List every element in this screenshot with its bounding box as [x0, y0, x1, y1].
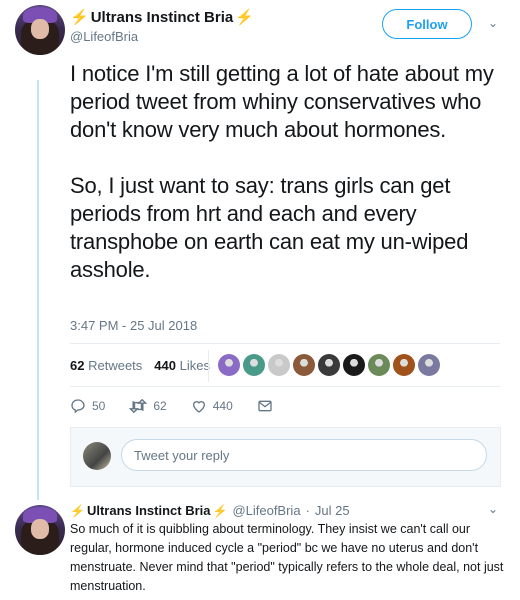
retweet-count: 62 [153, 399, 167, 413]
liker-avatar[interactable] [343, 354, 365, 376]
bolt-icon: ⚡ [70, 9, 89, 26]
avatar-face [31, 19, 49, 39]
avatar[interactable] [15, 5, 65, 55]
separator: · [305, 503, 310, 518]
retweets-stat[interactable]: 62 Retweets [70, 358, 142, 373]
liker-avatar[interactable] [368, 354, 390, 376]
author-name-row[interactable]: ⚡ Ultrans Instinct Bria ⚡ [70, 8, 254, 27]
bolt-icon: ⚡ [235, 9, 254, 26]
reply-action[interactable]: 50 [70, 398, 105, 414]
likes-count: 440 [154, 358, 176, 373]
tweet-timestamp[interactable]: 3:47 PM - 25 Jul 2018 [70, 318, 197, 333]
retweet-action[interactable]: 62 [129, 398, 167, 414]
bolt-icon: ⚡ [212, 503, 228, 518]
divider [208, 350, 209, 382]
like-count: 440 [212, 399, 233, 413]
liker-avatar[interactable] [318, 354, 340, 376]
reply-input[interactable]: Tweet your reply [121, 439, 487, 471]
likes-label: Likes [179, 358, 210, 373]
reply-composer: Tweet your reply [70, 427, 501, 487]
liker-avatar[interactable] [268, 354, 290, 376]
bolt-icon: ⚡ [70, 503, 85, 518]
tweet-body: I notice I'm still getting a lot of hate… [70, 61, 494, 282]
divider [70, 386, 500, 387]
liker-avatar[interactable] [243, 354, 265, 376]
liker-avatar[interactable] [293, 354, 315, 376]
chevron-down-icon[interactable]: ⌄ [488, 16, 498, 30]
retweets-count: 62 [70, 358, 85, 373]
liker-avatar[interactable] [393, 354, 415, 376]
heart-icon [192, 401, 205, 413]
tweet-actions: 50 62 440 [70, 398, 297, 414]
message-icon [258, 400, 272, 412]
reply-body: So much of it is quibbling about termino… [70, 522, 504, 593]
like-action[interactable]: 440 [191, 398, 233, 414]
reply-icon [71, 399, 85, 414]
follow-button[interactable]: Follow [382, 9, 472, 39]
liker-avatars [218, 354, 440, 376]
message-action[interactable] [257, 398, 273, 414]
tweet-text: I notice I'm still getting a lot of hate… [70, 60, 510, 284]
avatar[interactable] [15, 505, 65, 555]
liker-avatar[interactable] [418, 354, 440, 376]
author-handle[interactable]: @LifeofBria [70, 29, 138, 44]
avatar-face [31, 519, 49, 539]
likes-stat[interactable]: 440 Likes [154, 358, 210, 373]
avatar [83, 442, 111, 470]
retweets-label: Retweets [88, 358, 143, 373]
chevron-down-icon[interactable]: ⌄ [488, 502, 498, 516]
thread-line [37, 80, 39, 500]
reply-count: 50 [92, 399, 106, 413]
retweet-icon [129, 398, 148, 414]
liker-avatar[interactable] [218, 354, 240, 376]
reply-handle[interactable]: @LifeofBria [232, 503, 300, 518]
display-name[interactable]: Ultrans Instinct Bria [91, 9, 234, 26]
reply-display-name[interactable]: Ultrans Instinct Bria [87, 503, 211, 518]
engagement-stats: 62 Retweets 440 Likes [70, 358, 210, 373]
divider [70, 343, 500, 344]
reply-author-row[interactable]: ⚡ Ultrans Instinct Bria ⚡ @LifeofBria · … [70, 503, 350, 518]
reply-tweet-text: So much of it is quibbling about termino… [70, 520, 510, 596]
reply-date[interactable]: Jul 25 [315, 503, 350, 518]
